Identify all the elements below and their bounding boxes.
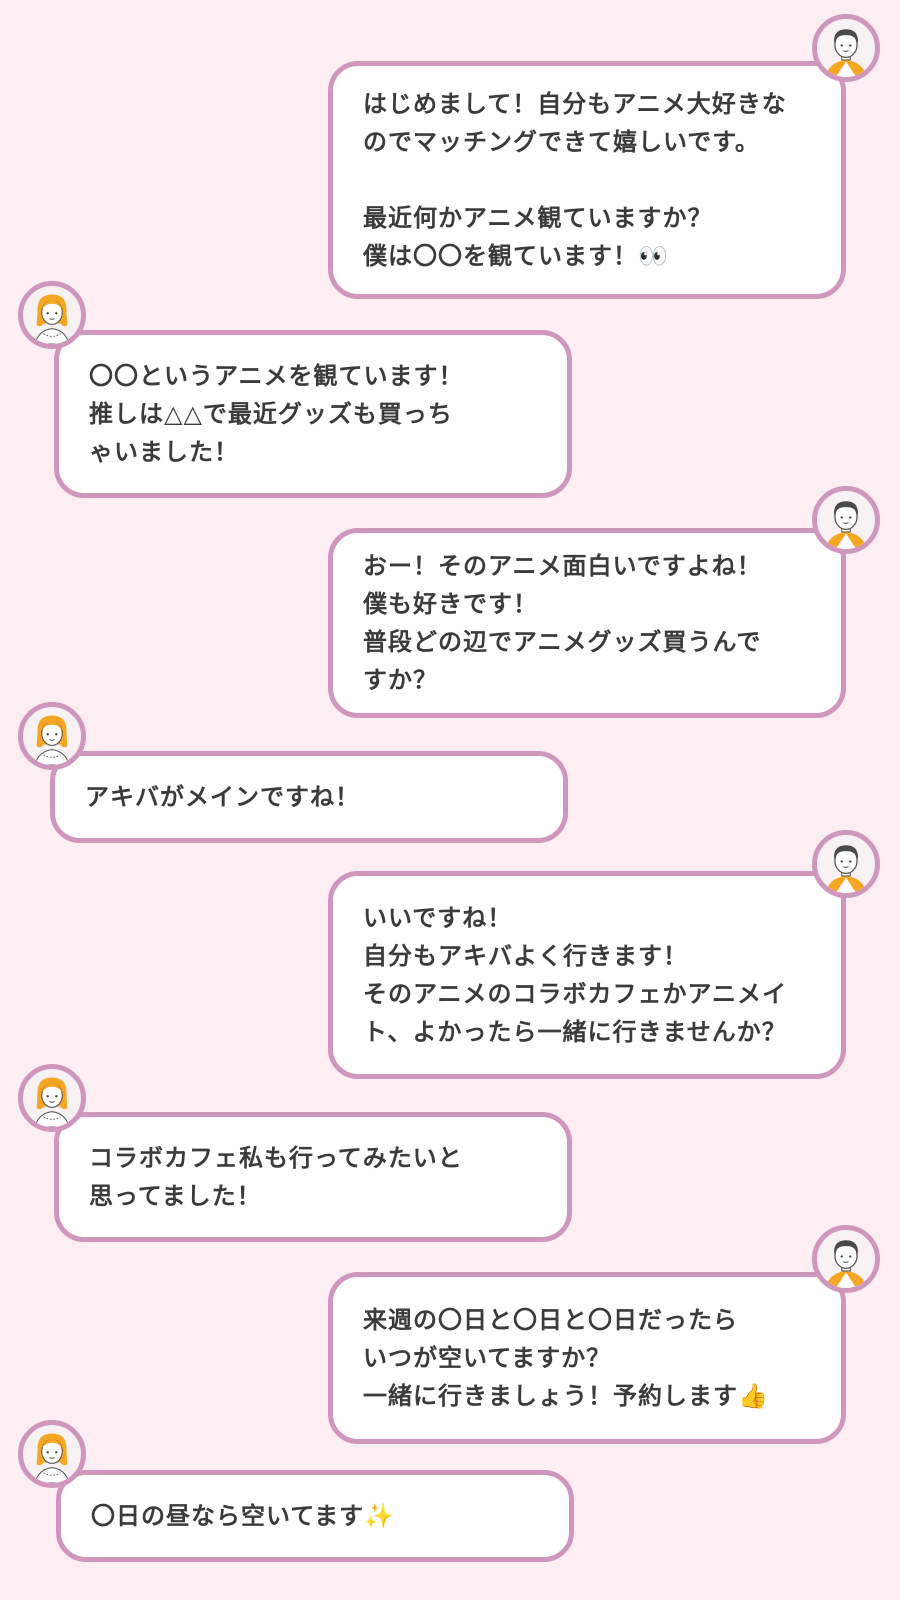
female-avatar-icon[interactable]: [18, 1064, 86, 1132]
message-text: はじめまして！自分もアニメ大好きな のでマッチングできて嬉しいです。 最近何かア…: [363, 90, 787, 270]
male-avatar-icon[interactable]: [812, 14, 880, 82]
message-bubble-female: コラボカフェ私も行ってみたいと 思ってました！: [54, 1112, 572, 1242]
female-avatar-icon[interactable]: [18, 281, 86, 349]
message-text: 〇〇というアニメを観ています！ 推しは△△で最近グッズも買っち ゃいました！: [89, 362, 464, 466]
message-bubble-male: 来週の〇日と〇日と〇日だったら いつが空いてますか？ 一緒に行きましょう！予約し…: [328, 1272, 846, 1444]
message-bubble-male: はじめまして！自分もアニメ大好きな のでマッチングできて嬉しいです。 最近何かア…: [328, 61, 846, 299]
male-avatar-icon[interactable]: [812, 486, 880, 554]
female-avatar-icon[interactable]: [18, 702, 86, 770]
message-text: 来週の〇日と〇日と〇日だったら いつが空いてますか？ 一緒に行きましょう！予約し…: [363, 1306, 769, 1410]
message-bubble-female: 〇日の昼なら空いてます✨: [56, 1470, 574, 1562]
message-bubble-male: おー！そのアニメ面白いですよね！ 僕も好きです！ 普段どの辺でアニメグッズ買うん…: [328, 528, 846, 718]
message-text: おー！そのアニメ面白いですよね！ 僕も好きです！ 普段どの辺でアニメグッズ買うん…: [363, 552, 762, 694]
message-bubble-male: いいですね！ 自分もアキバよく行きます！ そのアニメのコラボカフェかアニメイ ト…: [328, 871, 846, 1079]
message-text: 〇日の昼なら空いてます✨: [91, 1502, 395, 1530]
message-text: いいですね！ 自分もアキバよく行きます！ そのアニメのコラボカフェかアニメイ ト…: [363, 904, 788, 1046]
male-avatar-icon[interactable]: [812, 830, 880, 898]
male-avatar-icon[interactable]: [812, 1225, 880, 1293]
message-bubble-female: 〇〇というアニメを観ています！ 推しは△△で最近グッズも買っち ゃいました！: [54, 330, 572, 498]
message-text: アキバがメインですね！: [85, 783, 360, 811]
message-bubble-female: アキバがメインですね！: [50, 751, 568, 843]
female-avatar-icon[interactable]: [18, 1420, 86, 1488]
message-text: コラボカフェ私も行ってみたいと 思ってました！: [89, 1144, 463, 1210]
